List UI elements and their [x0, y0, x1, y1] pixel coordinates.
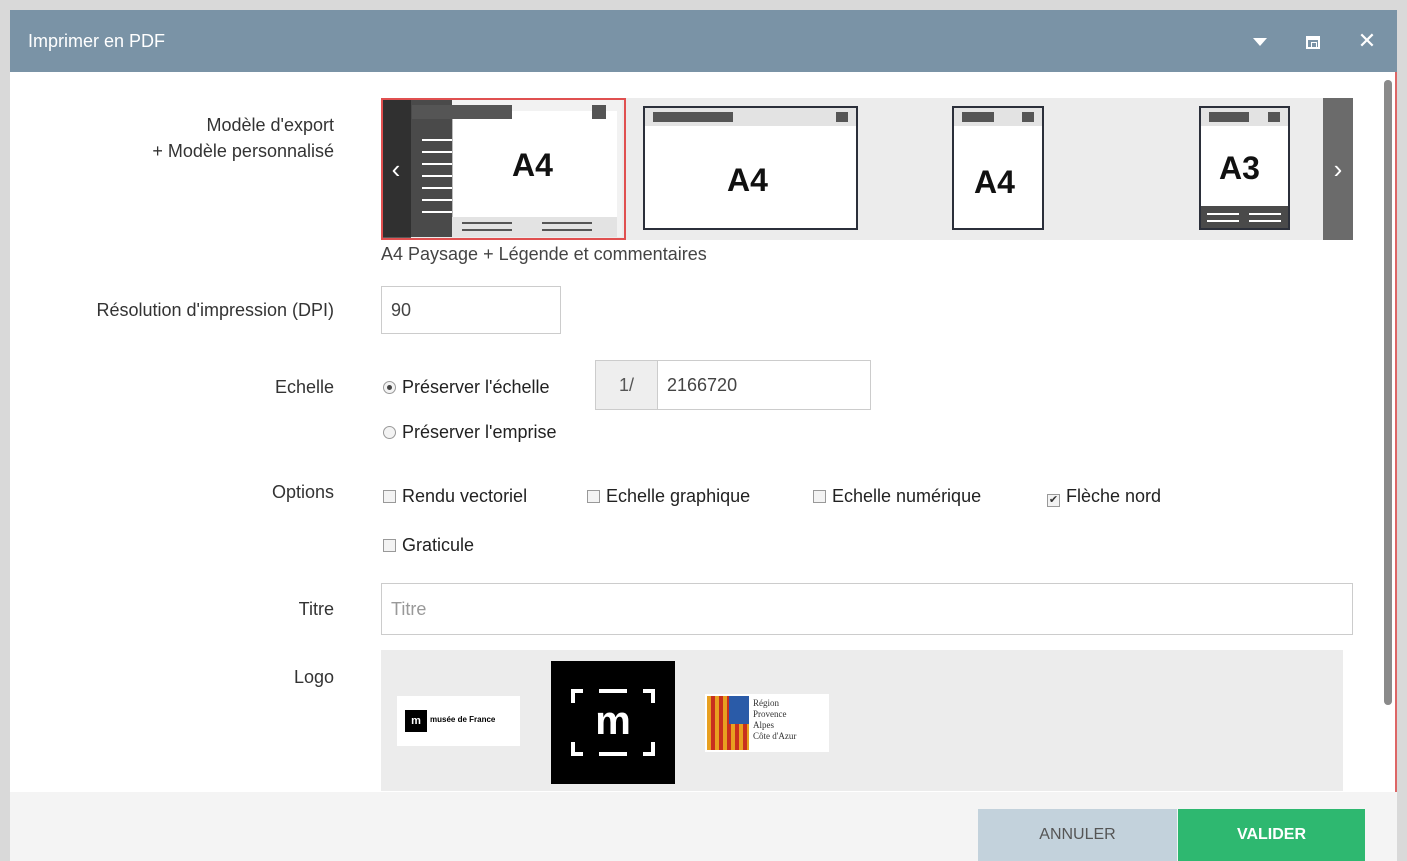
checkbox-icon [587, 490, 600, 503]
radio-preserve-scale[interactable]: Préserver l'échelle [383, 377, 550, 398]
radio-preserve-scale-label: Préserver l'échelle [402, 377, 550, 397]
title-input[interactable]: Titre [381, 583, 1353, 635]
dialog-body: Modèle d'export + Modèle personnalisé A4… [10, 72, 1397, 792]
checkbox-icon [383, 539, 396, 552]
musee-de-france-logo-mark: m [405, 710, 427, 732]
m-bracket-logo[interactable]: m [551, 661, 675, 784]
region-logo-line: Côte d'Azur [753, 731, 797, 741]
region-logo-line: Provence [753, 709, 787, 719]
dialog-title: Imprimer en PDF [28, 31, 166, 51]
region-logo-line: Région [753, 698, 779, 708]
checkbox-numeric-scale[interactable]: Echelle numérique [813, 486, 981, 507]
region-paca-logo[interactable]: Région Provence Alpes Côte d'Azur [705, 694, 829, 752]
checkbox-graticule-label: Graticule [402, 535, 475, 555]
scale-input[interactable]: 2166720 [657, 360, 871, 410]
checkbox-vector-rendering[interactable]: Rendu vectoriel [383, 486, 527, 507]
radio-preserve-extent[interactable]: Préserver l'emprise [383, 422, 556, 443]
region-logo-line: Alpes [753, 720, 774, 730]
carousel-next-icon[interactable]: › [1323, 98, 1353, 240]
dialog-footer: ANNULER VALIDER [10, 792, 1397, 861]
restore-icon[interactable] [1299, 26, 1327, 56]
template-a4-portrait[interactable]: A4 [952, 106, 1044, 230]
scrollbar-thumb[interactable] [1384, 80, 1392, 705]
dpi-label: Résolution d'impression (DPI) [96, 300, 334, 320]
selected-template-frame [381, 98, 626, 240]
checkbox-vector-rendering-label: Rendu vectoriel [402, 486, 528, 506]
scale-label: Echelle [274, 377, 334, 397]
checkbox-icon [383, 490, 396, 503]
cancel-button[interactable]: ANNULER [978, 809, 1177, 861]
checkbox-graphic-scale[interactable]: Echelle graphique [587, 486, 750, 507]
scale-prefix: 1/ [595, 360, 658, 410]
print-pdf-dialog: Imprimer en PDF ✕ Modèle d'export + Modè… [10, 10, 1397, 861]
checkbox-north-arrow[interactable]: ✔ Flèche nord [1047, 486, 1161, 507]
m-bracket-logo-mark: m [595, 699, 631, 743]
template-description: A4 Paysage + Légende et commentaires [381, 244, 707, 264]
radio-dot-icon [383, 381, 396, 394]
dpi-input[interactable]: 90 [381, 286, 561, 334]
template-2-size: A4 [727, 162, 768, 198]
musee-de-france-logo-text: musée de France [430, 715, 496, 724]
template-4-size: A3 [1219, 150, 1260, 186]
validate-button[interactable]: VALIDER [1178, 809, 1365, 861]
template-3-size: A4 [974, 164, 1015, 200]
checkbox-numeric-scale-label: Echelle numérique [832, 486, 982, 506]
musee-de-france-logo[interactable]: m musée de France [397, 696, 520, 746]
radio-dot-icon [383, 426, 396, 439]
checkbox-north-arrow-label: Flèche nord [1066, 486, 1162, 506]
title-label: Titre [298, 599, 334, 619]
logo-label: Logo [293, 667, 334, 687]
template-a3-portrait[interactable]: A3 [1199, 106, 1290, 230]
checkmark-icon: ✔ [1047, 494, 1060, 507]
checkbox-graticule[interactable]: Graticule [383, 535, 474, 556]
logo-gallery: m musée de France m Région Provence Alpe… [381, 650, 1343, 791]
radio-preserve-extent-label: Préserver l'emprise [402, 422, 557, 442]
export-model-label-line2: + Modèle personnalisé [152, 141, 334, 161]
export-model-label: Modèle d'export + Modèle personnalisé [152, 112, 334, 164]
export-model-label-line1: Modèle d'export [206, 115, 334, 135]
template-a4-landscape[interactable]: A4 [643, 106, 858, 230]
dialog-titlebar: Imprimer en PDF ✕ [10, 10, 1397, 72]
options-label: Options [271, 482, 334, 502]
checkbox-icon [813, 490, 826, 503]
checkbox-graphic-scale-label: Echelle graphique [606, 486, 751, 506]
close-icon[interactable]: ✕ [1353, 26, 1381, 56]
caret-down-icon[interactable] [1246, 26, 1274, 56]
